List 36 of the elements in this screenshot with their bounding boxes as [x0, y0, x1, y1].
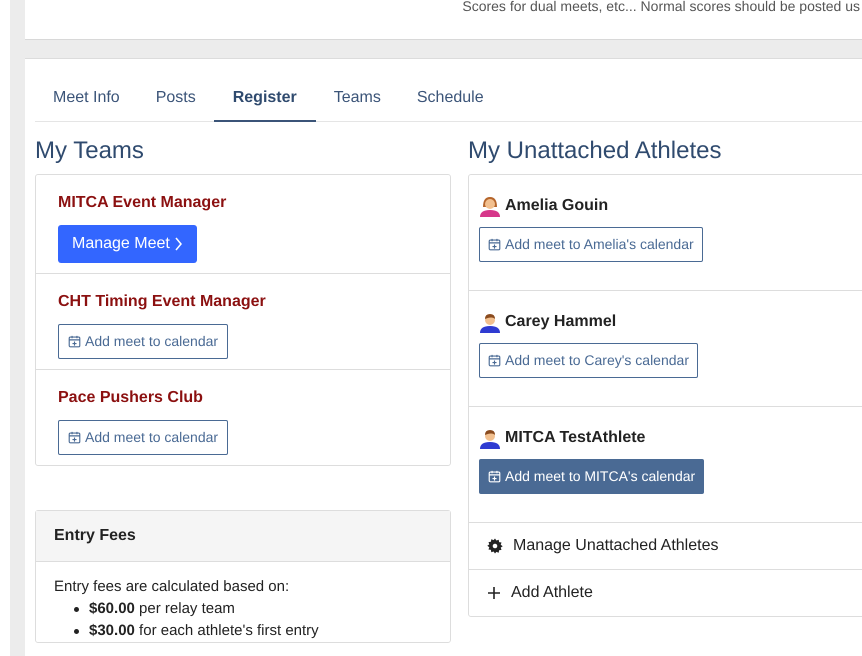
athlete-name: Carey Hammel [505, 312, 616, 332]
fee-item: $30.00 for each athlete's first entry [89, 621, 319, 641]
list-action[interactable]: Manage Unattached Athletes [469, 522, 862, 569]
tab[interactable]: Meet Info [44, 81, 129, 122]
calendar-plus-icon [488, 354, 501, 367]
list-action[interactable]: Add Athlete [469, 569, 862, 616]
add-to-calendar-button[interactable]: Add meet to Carey's calendar [479, 343, 698, 378]
add-to-calendar-button[interactable]: Add meet to MITCA's calendar [479, 459, 704, 494]
athlete-name: Amelia Gouin [505, 196, 608, 216]
tab[interactable]: Teams [324, 81, 390, 122]
fee-item: $60.00 per relay team [89, 599, 235, 619]
manage-meet-button[interactable]: Manage Meet [58, 225, 197, 263]
tab[interactable]: Posts [146, 81, 205, 122]
fees-title: Entry Fees [54, 527, 136, 544]
add-to-calendar-button[interactable]: Add meet to calendar [58, 324, 228, 359]
bullet [74, 628, 79, 634]
athlete-name: MITCA TestAthlete [505, 428, 646, 448]
bullet [74, 606, 79, 612]
team-name: CHT Timing Event Manager [58, 292, 267, 312]
section-heading: My Teams [35, 136, 145, 166]
calendar-plus-icon [488, 470, 501, 483]
chevron-right-icon [174, 237, 183, 251]
add-to-calendar-button[interactable]: Add meet to calendar [58, 420, 228, 455]
team-name: Pace Pushers Club [58, 388, 204, 408]
gear-icon [487, 538, 503, 554]
team-name: MITCA Event Manager [58, 193, 228, 213]
fees-intro: Entry fees are calculated based on: [54, 577, 290, 597]
calendar-plus-icon [68, 335, 81, 348]
calendar-plus-icon [68, 431, 81, 444]
add-to-calendar-button[interactable]: Add meet to Amelia's calendar [479, 227, 703, 262]
calendar-plus-icon [488, 238, 501, 251]
tab[interactable]: Schedule [408, 81, 493, 122]
plus-icon [487, 586, 501, 600]
section-heading: My Unattached Athletes [468, 136, 722, 166]
notice-text: Scores for dual meets, etc... Normal scores should be posted us [462, 0, 860, 16]
tab[interactable]: Register [214, 81, 316, 122]
